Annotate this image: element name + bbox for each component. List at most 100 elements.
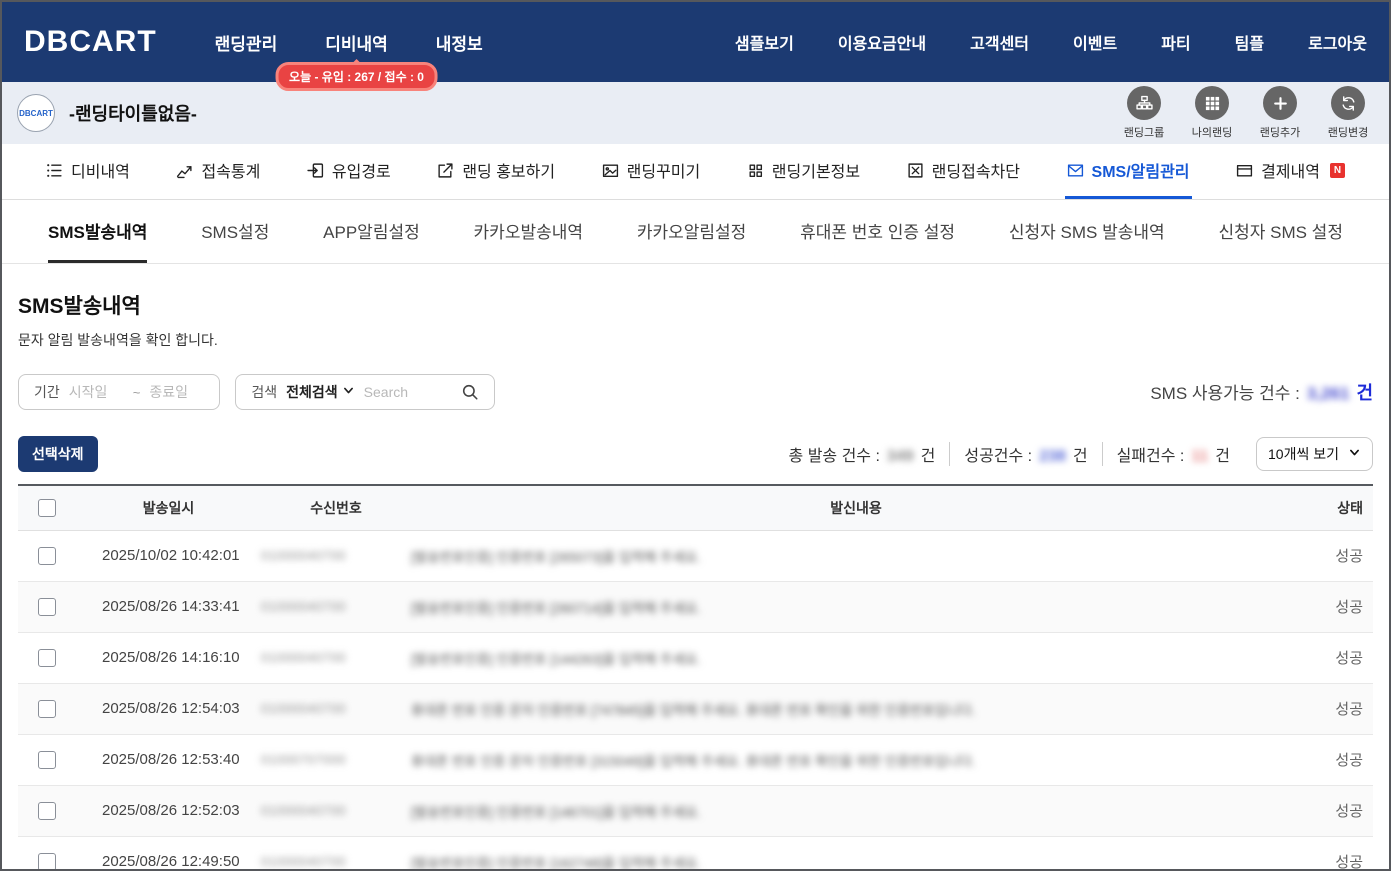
landing-logo-badge: DBCART bbox=[17, 94, 55, 132]
row-checkbox[interactable] bbox=[38, 547, 56, 565]
main-tab-label: 접속통계 bbox=[201, 158, 260, 182]
row-content-masked: [발송번호인증] 인증번호 [260714]을 입력해 주세요. bbox=[411, 601, 701, 616]
row-status: 성공 bbox=[1301, 785, 1373, 836]
main-tab[interactable]: 랜딩기본정보 bbox=[745, 144, 862, 199]
page-subtitle: 문자 알림 발송내역을 확인 합니다. bbox=[18, 330, 1373, 350]
start-date-input[interactable] bbox=[69, 384, 124, 400]
row-content: [발송번호인증] 인증번호 [162748]을 입력해 주세요. bbox=[411, 836, 1301, 869]
topnav-item[interactable]: 디비내역오늘 - 유입 : 267 / 접수 : 0 bbox=[325, 30, 388, 55]
plus-icon bbox=[1263, 86, 1297, 120]
row-checkbox-cell bbox=[18, 530, 76, 581]
main-tab[interactable]: 유입경로 bbox=[305, 144, 393, 199]
landing-action[interactable]: 랜딩추가 bbox=[1254, 86, 1306, 140]
sub-tab[interactable]: 카카오알림설정 bbox=[637, 200, 746, 263]
top-navbar: DBCART 랜딩관리 디비내역오늘 - 유입 : 267 / 접수 : 0 내정보… bbox=[2, 2, 1389, 82]
search-icon[interactable] bbox=[461, 383, 479, 401]
row-checkbox[interactable] bbox=[38, 598, 56, 616]
stat-value-masked: 349 bbox=[887, 448, 914, 466]
refresh-icon bbox=[1331, 86, 1365, 120]
search-filter: 검색 전체검색 bbox=[235, 374, 495, 410]
brand-logo[interactable]: DBCART bbox=[24, 25, 157, 59]
card-icon bbox=[1236, 162, 1253, 179]
select-all-checkbox[interactable] bbox=[38, 499, 56, 517]
topnav-item[interactable]: 로그아웃 bbox=[1308, 30, 1367, 54]
sub-tab[interactable]: SMS발송내역 bbox=[48, 200, 147, 263]
header-date: 발송일시 bbox=[76, 485, 261, 530]
page-size-select[interactable]: 10개씩 보기 bbox=[1256, 437, 1373, 471]
main-tab[interactable]: 랜딩접속차단 bbox=[905, 144, 1022, 199]
topnav-left-menu: 랜딩관리 디비내역오늘 - 유입 : 267 / 접수 : 0 내정보 bbox=[215, 30, 483, 55]
main-tab[interactable]: 랜딩 홍보하기 bbox=[435, 144, 557, 199]
delete-selected-button[interactable]: 선택삭제 bbox=[18, 436, 98, 472]
table-row: 2025/08/26 12:54:0301000040700휴대폰 번호 인증 … bbox=[18, 683, 1373, 734]
row-checkbox-cell bbox=[18, 632, 76, 683]
topnav-item[interactable]: 파티 bbox=[1161, 30, 1190, 54]
sms-available-value-masked: 3,261 bbox=[1307, 384, 1350, 404]
topnav-item[interactable]: 고객센터 bbox=[970, 30, 1029, 54]
row-date: 2025/08/26 12:53:40 bbox=[76, 734, 261, 785]
landing-action[interactable]: 랜딩그룹 bbox=[1118, 86, 1170, 140]
main-tab-label: 랜딩기본정보 bbox=[772, 158, 860, 182]
page-content: SMS발송내역 문자 알림 발송내역을 확인 합니다. 기간 ~ 검색 전체검색… bbox=[2, 264, 1389, 869]
row-content: [발송번호인증] 인증번호 [146701]을 입력해 주세요. bbox=[411, 785, 1301, 836]
sms-available-counter: SMS 사용가능 건수 : 3,261 건 bbox=[1150, 379, 1373, 405]
landing-action[interactable]: 나의랜딩 bbox=[1186, 86, 1238, 140]
header-status: 상태 bbox=[1301, 485, 1373, 530]
sub-tab[interactable]: 카카오발송내역 bbox=[474, 200, 583, 263]
main-tab[interactable]: SMS/알림관리 bbox=[1065, 144, 1192, 199]
sub-tab[interactable]: 휴대폰 번호 인증 설정 bbox=[800, 200, 955, 263]
row-date: 2025/10/02 10:42:01 bbox=[76, 530, 261, 581]
main-tab[interactable]: 디비내역 bbox=[44, 144, 132, 199]
sub-tab[interactable]: SMS설정 bbox=[201, 200, 269, 263]
row-date: 2025/08/26 14:16:10 bbox=[76, 632, 261, 683]
topnav-item[interactable]: 랜딩관리 bbox=[215, 30, 278, 55]
today-stats-badge: 오늘 - 유입 : 267 / 접수 : 0 bbox=[275, 62, 438, 91]
row-content-masked: [발송번호인증] 인증번호 [162748]을 입력해 주세요. bbox=[411, 856, 701, 870]
row-checkbox[interactable] bbox=[38, 751, 56, 769]
landing-action[interactable]: 랜딩변경 bbox=[1322, 86, 1374, 140]
main-tab-label: 결제내역 bbox=[1261, 158, 1320, 182]
table-row: 2025/10/02 10:42:0101000040700 [발송번호인증] 인… bbox=[18, 530, 1373, 581]
stats-group: 총 발송 건수 :349건성공건수 :238건실패건수 :11건 bbox=[775, 442, 1244, 466]
landing-action-group: 랜딩그룹 나의랜딩 랜딩추가랜딩변경 bbox=[1118, 86, 1374, 140]
main-tab-label: 랜딩 홍보하기 bbox=[462, 158, 555, 182]
row-checkbox[interactable] bbox=[38, 649, 56, 667]
main-tab[interactable]: 랜딩꾸미기 bbox=[600, 144, 703, 199]
row-phone: 01000040700 bbox=[261, 530, 411, 581]
main-tab-label: 디비내역 bbox=[71, 158, 130, 182]
image-icon bbox=[602, 162, 619, 179]
main-tab[interactable]: 결제내역N bbox=[1234, 144, 1347, 199]
sub-tab[interactable]: 신청자 SMS 설정 bbox=[1218, 200, 1343, 263]
row-checkbox[interactable] bbox=[38, 700, 56, 718]
topnav-item[interactable]: 샘플보기 bbox=[735, 30, 794, 54]
topnav-item[interactable]: 이벤트 bbox=[1073, 30, 1117, 54]
topnav-item[interactable]: 팀플 bbox=[1235, 30, 1264, 54]
row-checkbox-cell bbox=[18, 785, 76, 836]
topnav-item[interactable]: 내정보 bbox=[436, 30, 483, 55]
row-content: [발송번호인증] 인증번호 [265073]을 입력해 주세요. bbox=[411, 530, 1301, 581]
sms-available-unit: 건 bbox=[1356, 379, 1373, 405]
stat-unit: 건 bbox=[1073, 442, 1088, 466]
row-phone-masked: 01000040700 bbox=[261, 548, 346, 563]
row-checkbox[interactable] bbox=[38, 802, 56, 820]
row-phone: 01000040700 bbox=[261, 683, 411, 734]
table-header: 발송일시 수신번호 발신내용 상태 bbox=[18, 485, 1373, 530]
stat-item: 실패건수 :11건 bbox=[1102, 442, 1244, 466]
landing-action-label: 랜딩변경 bbox=[1328, 124, 1368, 140]
app-window: DBCART 랜딩관리디비내역오늘 - 유입 : 267 / 접수 : 0내정보… bbox=[0, 0, 1391, 871]
main-tab-label: 랜딩접속차단 bbox=[932, 158, 1020, 182]
row-checkbox[interactable] bbox=[38, 853, 56, 869]
search-input[interactable] bbox=[364, 384, 453, 400]
sub-tab[interactable]: APP알림설정 bbox=[323, 200, 420, 263]
end-date-input[interactable] bbox=[149, 384, 204, 400]
row-phone-masked: 01000040700 bbox=[261, 599, 346, 614]
inflow-icon bbox=[307, 162, 324, 179]
main-tab-bar: 디비내역 접속통계 유입경로 랜딩 홍보하기 랜딩꾸미기 랜딩기본정보 랜딩접속차단 SMS/… bbox=[2, 144, 1389, 200]
main-tab[interactable]: 접속통계 bbox=[174, 144, 262, 199]
row-content: 휴대폰 번호 인증 문자 인증번호 [315049]을 입력해 주세요. 휴대폰… bbox=[411, 734, 1301, 785]
row-content-masked: 휴대폰 번호 인증 문자 인증번호 [747845]을 입력해 주세요. 휴대폰… bbox=[411, 703, 976, 718]
topnav-item[interactable]: 이용요금안내 bbox=[838, 30, 926, 54]
block-icon bbox=[907, 162, 924, 179]
search-scope-select[interactable]: 전체검색 bbox=[286, 382, 355, 402]
sub-tab[interactable]: 신청자 SMS 발송내역 bbox=[1009, 200, 1165, 263]
